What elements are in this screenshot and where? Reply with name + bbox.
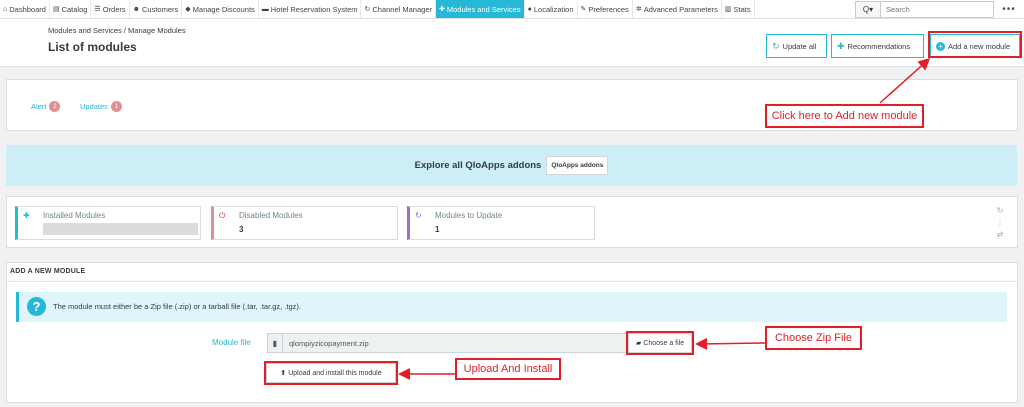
nav-item-hotel-reservation-system[interactable]: ▬ Hotel Reservation System bbox=[259, 0, 362, 18]
annotation-choose-zip: Choose Zip File bbox=[765, 326, 862, 350]
nav-search-area: Q▾ ••• bbox=[853, 0, 1024, 19]
file-icon: ▮ bbox=[267, 333, 283, 353]
tab-alert-label: Alert bbox=[31, 102, 47, 111]
bar-chart-icon: ▥ bbox=[724, 6, 732, 13]
nav-item-advanced-parameters[interactable]: ✲ Advanced Parameters bbox=[633, 0, 722, 18]
nav-item-label: Orders bbox=[102, 4, 126, 14]
tab-updates[interactable]: Updates 1 bbox=[80, 101, 122, 112]
alert-count-badge: 2 bbox=[49, 101, 61, 112]
recommendations-label: Recommendations bbox=[847, 41, 911, 51]
kpi-to-update-label: Modules to Update bbox=[435, 211, 503, 220]
nav-item-label: Advanced Parameters bbox=[643, 4, 718, 14]
nav-item-channel-manager[interactable]: ↻ Channel Manager bbox=[361, 0, 436, 18]
puzzle-icon: ✚ bbox=[837, 40, 845, 51]
users-icon: ☻ bbox=[132, 5, 140, 13]
annotation-highlight-choose-file bbox=[626, 331, 694, 355]
top-nav: ⌂ Dashboard ▤ Catalog ☰ Orders ☻ Customers ◆ Mana… bbox=[0, 0, 1024, 19]
nav-item-label: Channel Manager bbox=[372, 4, 432, 14]
nav-item-label: Hotel Reservation System bbox=[270, 4, 358, 14]
nav-item-catalog[interactable]: ▤ Catalog bbox=[50, 0, 92, 18]
search-scope-button[interactable]: Q▾ bbox=[855, 1, 881, 18]
dashboard-icon: ⌂ bbox=[3, 5, 8, 13]
nav-item-localization[interactable]: ● Localization bbox=[525, 0, 578, 18]
orders-icon: ☰ bbox=[94, 6, 101, 13]
nav-item-customers[interactable]: ☻ Customers bbox=[130, 0, 183, 18]
more-icon[interactable]: ••• bbox=[994, 4, 1024, 15]
nav-item-label: Preferences bbox=[588, 4, 629, 14]
kpi-installed-modules: ✚ Installed Modules bbox=[15, 206, 201, 240]
question-icon: ? bbox=[27, 297, 46, 316]
nav-item-label: Dashboard bbox=[9, 4, 46, 14]
nav-item-dashboard[interactable]: ⌂ Dashboard bbox=[0, 0, 50, 18]
kpi-disabled-label: Disabled Modules bbox=[239, 211, 303, 220]
refresh-icon: ↻ bbox=[772, 40, 780, 51]
nav-item-label: Stats bbox=[733, 4, 751, 14]
cogs-icon: ✲ bbox=[635, 6, 642, 13]
kpi-installed-label: Installed Modules bbox=[43, 211, 106, 220]
nav-item-orders[interactable]: ☰ Orders bbox=[91, 0, 130, 18]
section-title: ADD A NEW MODULE bbox=[10, 268, 86, 275]
nav-item-label: Catalog bbox=[61, 4, 88, 14]
module-file-input[interactable] bbox=[283, 333, 628, 353]
page-title: List of modules bbox=[48, 40, 137, 54]
power-icon: ⏻ bbox=[219, 211, 226, 220]
page-header: Modules and Services / Manage Modules Li… bbox=[0, 19, 1024, 67]
recommendations-button[interactable]: ✚ Recommendations bbox=[831, 34, 924, 58]
nav-item-label: Customers bbox=[142, 4, 179, 14]
addons-text: Explore all QloApps addons bbox=[414, 160, 542, 171]
kpi-disabled-value: 3 bbox=[239, 225, 244, 234]
annotation-upload-install: Upload And Install bbox=[455, 358, 561, 380]
info-text: The module must either be a Zip file (.z… bbox=[53, 302, 302, 311]
nav-item-preferences[interactable]: ✎ Preferences bbox=[578, 0, 633, 18]
nav-item-stats[interactable]: ▥ Stats bbox=[722, 0, 755, 18]
annotation-highlight-add-module bbox=[928, 31, 1022, 58]
annotation-highlight-upload bbox=[264, 361, 398, 385]
update-all-label: Update all bbox=[782, 41, 817, 51]
annotation-add-module: Click here to Add new module bbox=[765, 104, 924, 128]
update-all-button[interactable]: ↻ Update all bbox=[766, 34, 827, 58]
addons-banner: Explore all QloApps addons QloApps addon… bbox=[6, 145, 1017, 186]
qloapps-addons-button[interactable]: QloApps addons bbox=[546, 156, 609, 175]
globe-icon: ● bbox=[527, 5, 532, 13]
nav-item-modules-and-services[interactable]: ✚ Modules and Services bbox=[435, 0, 525, 18]
bed-icon: ▬ bbox=[261, 5, 269, 13]
tab-alert[interactable]: Alert 2 bbox=[31, 101, 61, 112]
refresh-icon[interactable]: ↻ bbox=[996, 206, 1004, 215]
nav-item-label: Localization bbox=[533, 4, 574, 14]
book-icon: ▤ bbox=[52, 6, 60, 13]
vertical-dots-icon[interactable]: ⋮ bbox=[996, 218, 1004, 227]
info-alert: ? The module must either be a Zip file (… bbox=[16, 292, 1007, 322]
refresh-icon: ↻ bbox=[364, 6, 371, 13]
section-divider bbox=[6, 281, 1018, 282]
refresh-icon: ↻ bbox=[415, 211, 422, 220]
search-input[interactable] bbox=[881, 1, 994, 18]
puzzle-icon: ✚ bbox=[438, 6, 445, 13]
kpi-modules-to-update: ↻ Modules to Update 1 bbox=[407, 206, 595, 240]
nav-item-label: Modules and Services bbox=[446, 4, 521, 14]
kpi-to-update-value: 1 bbox=[435, 225, 440, 234]
kpi-installed-placeholder bbox=[43, 223, 198, 235]
nav-item-label: Manage Discounts bbox=[192, 4, 255, 14]
kpi-side-controls: ↻ ⋮ ⇄ bbox=[996, 206, 1004, 239]
tab-updates-label: Updates bbox=[80, 102, 108, 111]
module-file-label: Module file bbox=[212, 338, 251, 347]
puzzle-icon: ✚ bbox=[23, 211, 30, 220]
sync-icon[interactable]: ⇄ bbox=[996, 230, 1004, 239]
updates-count-badge: 1 bbox=[110, 101, 122, 112]
kpi-disabled-modules: ⏻ Disabled Modules 3 bbox=[211, 206, 398, 240]
tag-icon: ◆ bbox=[185, 6, 191, 13]
wrench-icon: ✎ bbox=[580, 6, 587, 13]
breadcrumb: Modules and Services / Manage Modules bbox=[48, 26, 186, 35]
nav-item-manage-discounts[interactable]: ◆ Manage Discounts bbox=[182, 0, 259, 18]
